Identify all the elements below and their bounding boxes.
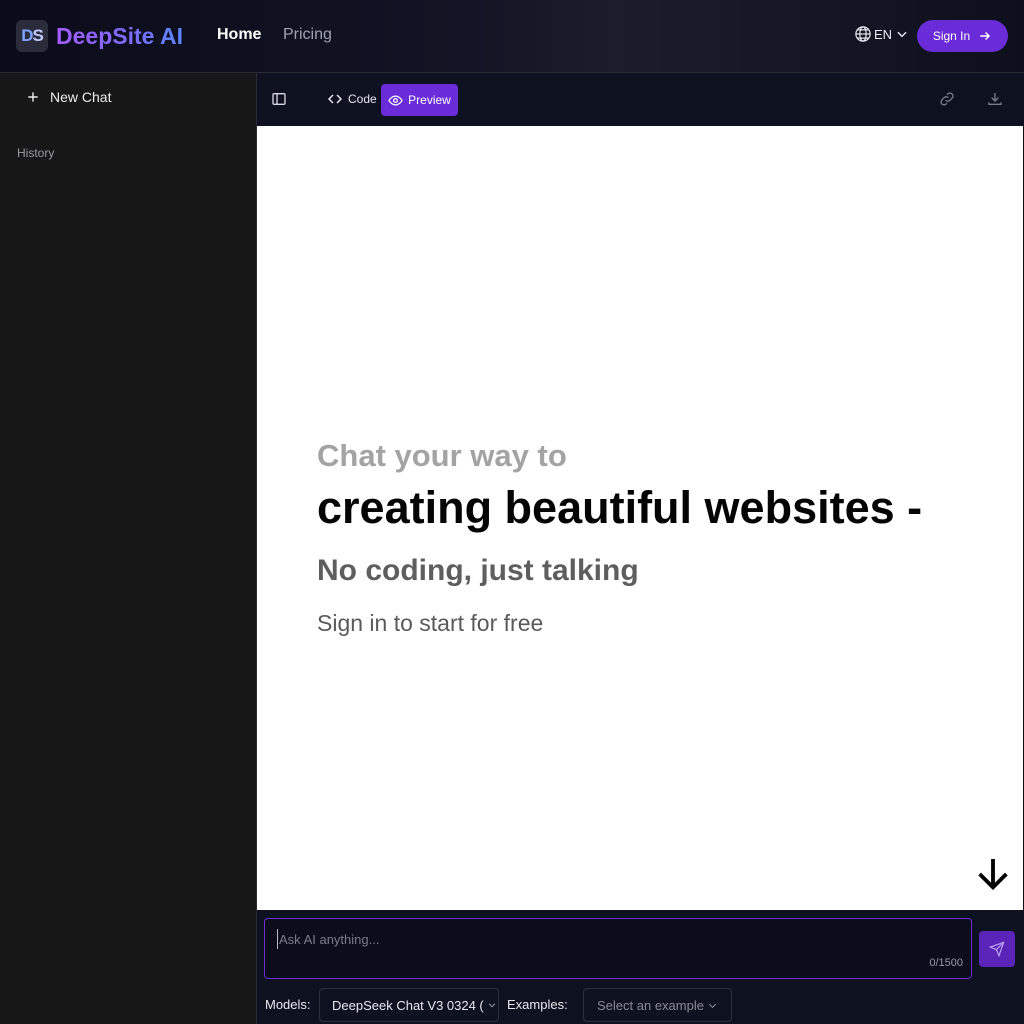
chevron-down-icon: [488, 1003, 496, 1008]
globe-icon: [855, 26, 871, 42]
logo-letter-d: D: [21, 26, 33, 45]
logo[interactable]: DS DeepSite AI: [16, 20, 183, 52]
language-code: EN: [874, 26, 893, 42]
sign-in-label: Sign In: [932, 29, 971, 43]
example-select[interactable]: Select an example: [583, 988, 732, 1022]
nav-home-link[interactable]: Home: [217, 26, 261, 44]
sidebar: New Chat History: [0, 72, 257, 1024]
history-heading: History: [17, 146, 55, 160]
sidebar-toggle-button[interactable]: [271, 91, 287, 112]
send-button[interactable]: [979, 931, 1015, 967]
models-label: Models:: [265, 997, 311, 1012]
ask-box: 0/1500: [264, 918, 972, 979]
eye-icon: [388, 94, 403, 106]
language-selector[interactable]: EN: [854, 25, 911, 43]
arrow-down-icon: [978, 859, 1008, 891]
new-chat-button[interactable]: New Chat: [26, 89, 111, 105]
model-select-value: DeepSeek Chat V3 0324 (: [332, 997, 484, 1013]
chevron-down-icon: [708, 1003, 717, 1008]
preview-pane: Chat your way to creating beautiful webs…: [257, 126, 1023, 910]
scroll-down-button[interactable]: [973, 854, 1013, 899]
char-counter: 0/1500: [929, 957, 963, 969]
tab-code-label: Code: [348, 92, 377, 106]
hero-subheadline: No coding, just talking: [317, 554, 639, 587]
code-icon: [327, 94, 343, 104]
link-icon: [940, 92, 954, 106]
editor-toolbar: Code Preview: [257, 72, 1024, 126]
chevron-down-icon: [897, 31, 907, 38]
hero-line-1: Chat your way to: [317, 438, 567, 473]
hero-cta-text: Sign in to start for free: [317, 610, 544, 636]
sign-in-button[interactable]: Sign In: [917, 20, 1008, 52]
examples-label: Examples:: [507, 997, 568, 1012]
ask-input[interactable]: [277, 929, 937, 949]
tab-code[interactable]: Code: [327, 91, 377, 107]
send-icon: [989, 941, 1005, 957]
top-navbar: DS DeepSite AI Home Pricing EN Sign In: [0, 0, 1024, 72]
hero-headline: creating beautiful websites -: [317, 482, 923, 533]
download-icon: [988, 93, 1002, 105]
copy-link-button[interactable]: [939, 91, 955, 112]
model-select[interactable]: DeepSeek Chat V3 0324 (: [319, 988, 499, 1022]
composer: 0/1500 Models: DeepSeek Chat V3 0324 ( E…: [257, 910, 1024, 1024]
plus-icon: [28, 92, 38, 102]
example-select-placeholder: Select an example: [597, 997, 704, 1013]
arrow-right-icon: [980, 32, 991, 40]
new-chat-label: New Chat: [50, 89, 112, 105]
nav-pricing-link[interactable]: Pricing: [283, 26, 332, 44]
logo-letter-s: S: [32, 26, 43, 45]
sidebar-toggle-icon: [272, 93, 286, 105]
logo-mark: DS: [16, 20, 48, 52]
brand-name: DeepSite AI: [56, 22, 183, 49]
download-button[interactable]: [987, 91, 1003, 112]
tab-preview-label: Preview: [408, 93, 451, 107]
tab-preview[interactable]: Preview: [381, 84, 458, 116]
